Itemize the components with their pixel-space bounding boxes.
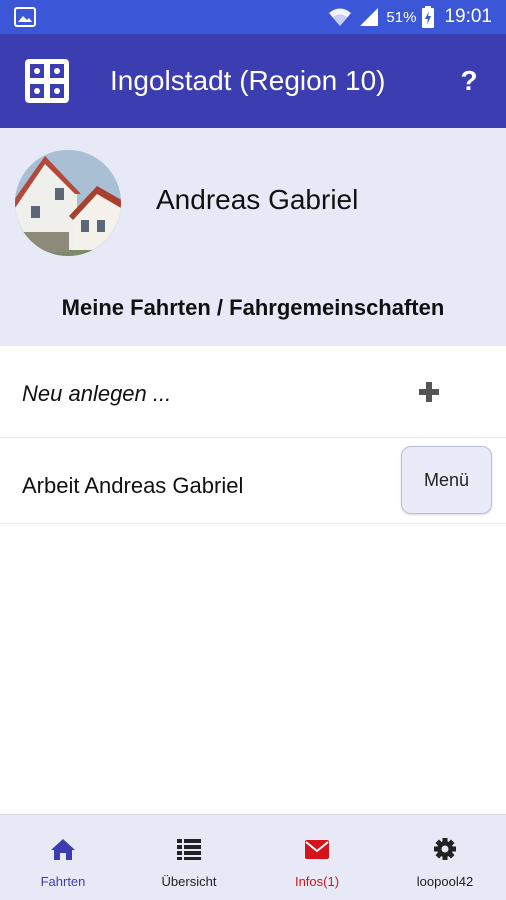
list-icon — [177, 839, 201, 860]
ride-label: Arbeit Andreas Gabriel — [22, 473, 244, 498]
battery-percent: 51% — [386, 8, 417, 26]
clock-time: 19:01 — [444, 6, 492, 27]
list-item[interactable]: Arbeit Andreas Gabriel Menü — [0, 438, 506, 524]
bottom-navigation: Fahrten Übersicht Infos(1) loopool42 — [0, 814, 506, 900]
signal-icon — [360, 8, 379, 26]
nav-label-settings: loopool42 — [416, 874, 474, 889]
nav-label-fahrten: Fahrten — [40, 874, 86, 889]
avatar[interactable] — [15, 150, 121, 256]
nav-label-infos: Infos(1) — [294, 874, 340, 889]
help-icon[interactable]: ? — [456, 64, 482, 98]
nav-item-infos[interactable]: Infos(1) — [254, 815, 380, 900]
ride-menu-button[interactable]: Menü — [401, 446, 492, 514]
wifi-icon — [329, 8, 352, 26]
nav-item-uebersicht[interactable]: Übersicht — [126, 815, 252, 900]
profile-header: Andreas Gabriel Meine Fahrten / Fahrgeme… — [0, 128, 506, 346]
home-icon — [51, 839, 75, 860]
image-notification-icon — [14, 7, 36, 27]
mail-icon — [305, 840, 329, 859]
user-name: Andreas Gabriel — [156, 184, 359, 215]
avatar-house-image — [15, 150, 121, 256]
rides-list: Neu anlegen ... Arbeit Andreas Gabriel M… — [0, 346, 506, 524]
page-title: Ingolstadt (Region 10) — [110, 65, 386, 96]
app-logo-icon[interactable] — [24, 58, 70, 104]
app-bar: Ingolstadt (Region 10) ? — [0, 34, 506, 128]
battery-charging-icon — [422, 6, 435, 28]
nav-item-settings[interactable]: loopool42 — [382, 815, 506, 900]
status-bar: 51% 19:01 — [0, 0, 506, 34]
new-ride-row[interactable]: Neu anlegen ... — [0, 346, 506, 438]
section-title: Meine Fahrten / Fahrgemeinschaften — [61, 295, 445, 320]
nav-item-fahrten[interactable]: Fahrten — [0, 815, 126, 900]
gear-icon — [434, 838, 456, 860]
plus-icon[interactable] — [418, 381, 440, 403]
nav-label-uebersicht: Übersicht — [161, 874, 217, 889]
new-ride-label: Neu anlegen ... — [22, 381, 172, 406]
